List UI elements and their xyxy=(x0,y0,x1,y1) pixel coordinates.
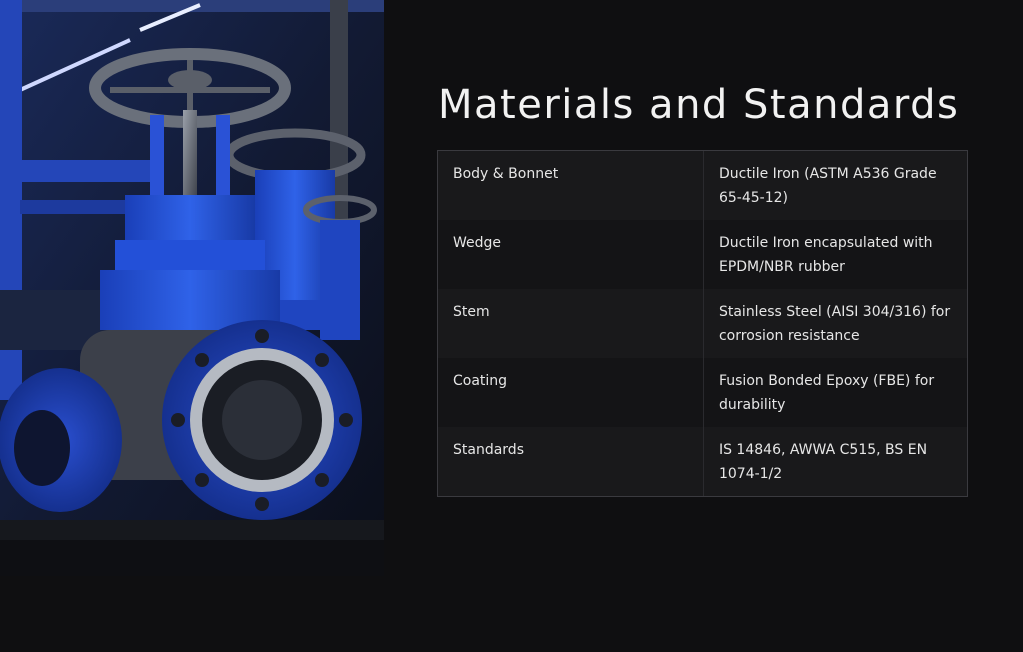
table-row: Stem Stainless Steel (AISI 304/316) for … xyxy=(438,289,967,358)
row-value: Ductile Iron encapsulated with EPDM/NBR … xyxy=(702,220,967,289)
row-value: Ductile Iron (ASTM A536 Grade 65-45-12) xyxy=(702,151,967,220)
valve-photo xyxy=(0,0,384,576)
table-row: Wedge Ductile Iron encapsulated with EPD… xyxy=(438,220,967,289)
row-label: Wedge xyxy=(453,235,502,251)
row-label: Stem xyxy=(453,304,490,320)
materials-table: Body & Bonnet Ductile Iron (ASTM A536 Gr… xyxy=(437,150,968,497)
slide-title: Materials and Standards xyxy=(438,82,960,128)
row-label: Body & Bonnet xyxy=(453,166,559,182)
slide: Materials and Standards Body & Bonnet Du… xyxy=(0,0,1023,652)
table-row: Standards IS 14846, AWWA C515, BS EN 107… xyxy=(438,427,967,496)
row-value: Fusion Bonded Epoxy (FBE) for durability xyxy=(702,358,967,427)
table-row: Body & Bonnet Ductile Iron (ASTM A536 Gr… xyxy=(438,151,967,220)
row-value: IS 14846, AWWA C515, BS EN 1074-1/2 xyxy=(702,427,967,496)
valve-illustration xyxy=(0,0,384,576)
table-row: Coating Fusion Bonded Epoxy (FBE) for du… xyxy=(438,358,967,427)
row-label: Standards xyxy=(453,442,524,458)
row-value: Stainless Steel (AISI 304/316) for corro… xyxy=(702,289,967,358)
row-label: Coating xyxy=(453,373,508,389)
